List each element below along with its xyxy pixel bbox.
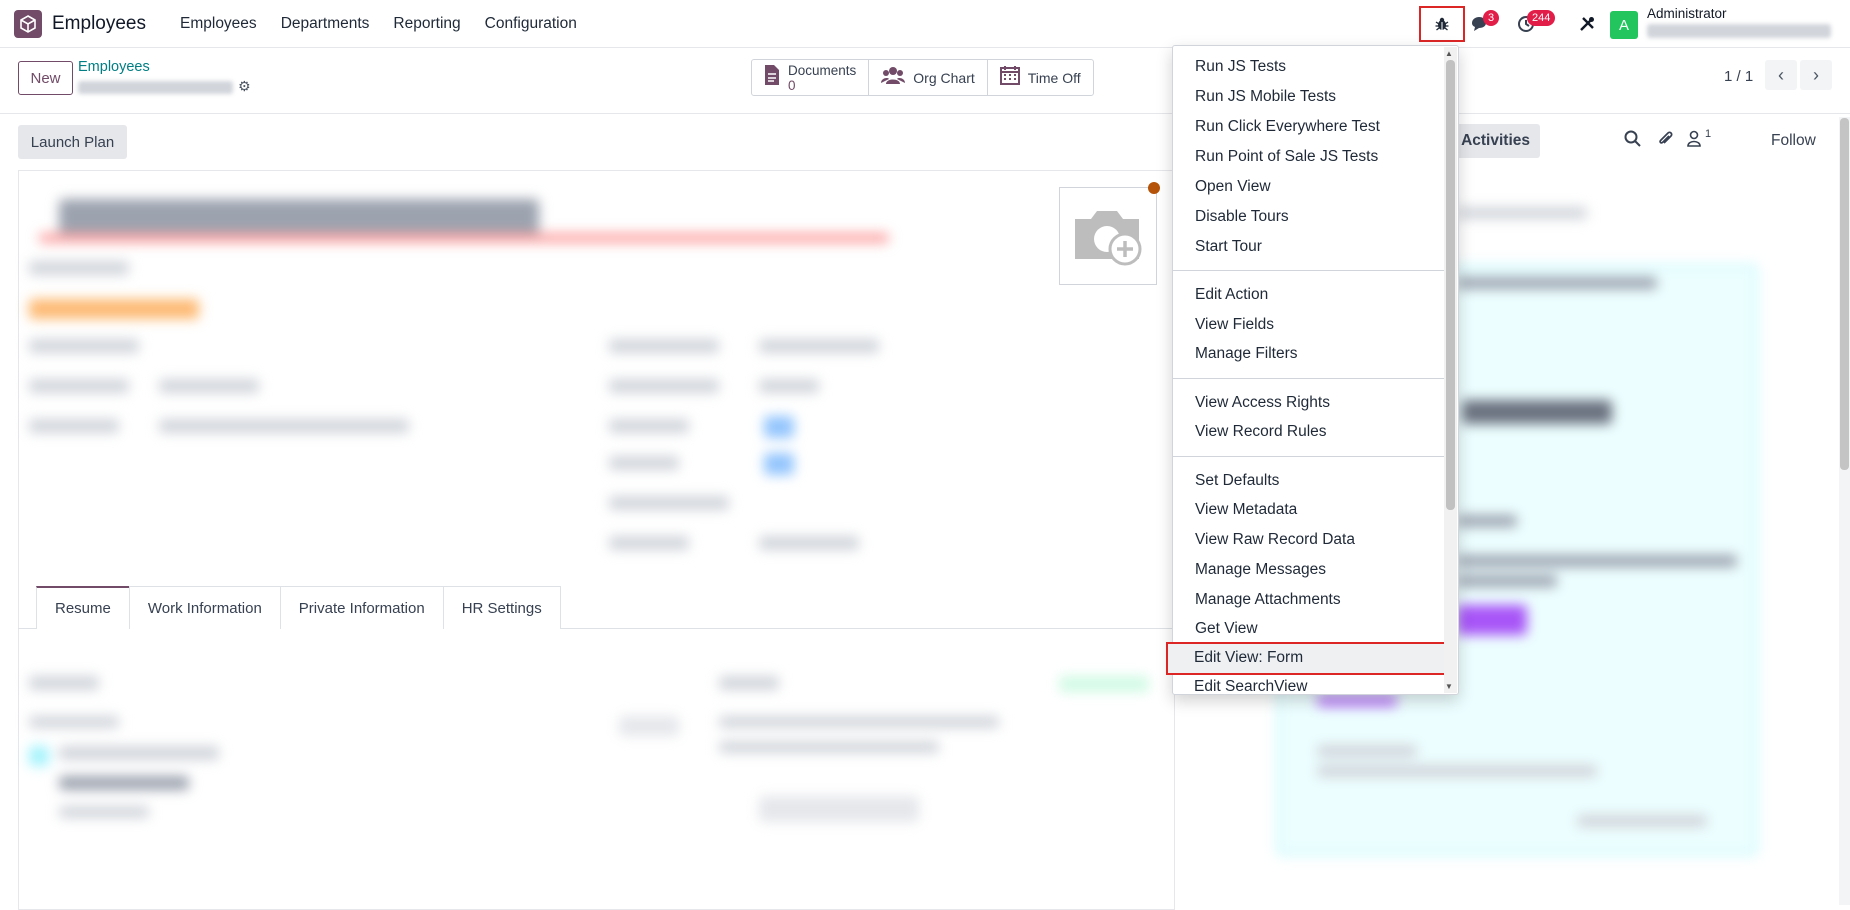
paperclip-icon[interactable] (1657, 130, 1674, 153)
menu-item-start-tour[interactable]: Start Tour (1195, 238, 1262, 256)
pager-next-button[interactable]: › (1800, 60, 1832, 90)
menu-separator (1173, 456, 1446, 457)
org-chart-label: Org Chart (913, 69, 975, 86)
dropdown-scrollbar-thumb[interactable] (1446, 60, 1455, 510)
top-navbar: Employees Employees Departments Reportin… (0, 0, 1850, 48)
menu-employees[interactable]: Employees (180, 15, 257, 33)
tab-private-information[interactable]: Private Information (279, 586, 444, 629)
page-scrollbar-thumb[interactable] (1840, 118, 1849, 470)
followers-icon[interactable] (1687, 130, 1701, 152)
app-name[interactable]: Employees (52, 13, 146, 35)
smart-buttons: Documents 0 Org Chart Time Off (751, 59, 1094, 96)
menu-item-open-view[interactable]: Open View (1195, 178, 1271, 196)
menu-item-set-defaults[interactable]: Set Defaults (1195, 472, 1279, 490)
main-menu: Employees Departments Reporting Configur… (168, 15, 589, 33)
debug-button[interactable] (1419, 6, 1465, 42)
scroll-down-icon[interactable]: ▼ (1445, 682, 1453, 691)
follow-button[interactable]: Follow (1771, 132, 1816, 150)
employee-photo-placeholder[interactable] (1059, 187, 1157, 285)
menu-item-disable-tours[interactable]: Disable Tours (1195, 208, 1289, 226)
scroll-up-icon[interactable]: ▲ (1445, 49, 1453, 58)
form-sheet (18, 170, 1175, 910)
menu-reporting[interactable]: Reporting (393, 15, 460, 33)
app-logo-icon[interactable] (14, 9, 42, 38)
database-name-blurred (1647, 24, 1831, 38)
documents-button[interactable]: Documents 0 (752, 60, 870, 95)
presence-status-dot (1148, 182, 1160, 194)
search-icon[interactable] (1624, 130, 1641, 152)
pager-previous-button[interactable]: ‹ (1765, 60, 1797, 90)
menu-item-run-pos-js-tests[interactable]: Run Point of Sale JS Tests (1195, 148, 1378, 166)
pager-value[interactable]: 1 / 1 (1724, 68, 1753, 85)
menu-item-view-record-rules[interactable]: View Record Rules (1195, 423, 1327, 441)
messages-badge: 3 (1483, 10, 1500, 26)
menu-item-view-access-rights[interactable]: View Access Rights (1195, 394, 1330, 412)
menu-separator (1173, 270, 1446, 271)
activities-badge: 244 (1527, 10, 1556, 26)
menu-item-edit-action[interactable]: Edit Action (1195, 286, 1268, 304)
time-off-label: Time Off (1027, 69, 1081, 86)
menu-item-manage-filters[interactable]: Manage Filters (1195, 345, 1298, 363)
tab-hr-settings[interactable]: HR Settings (442, 586, 561, 629)
breadcrumb-employees[interactable]: Employees (78, 59, 150, 75)
activities-button[interactable]: Activities (1446, 124, 1540, 158)
tab-resume[interactable]: Resume (36, 586, 130, 629)
org-chart-button[interactable]: Org Chart (869, 60, 988, 95)
tools-icon[interactable] (1574, 12, 1600, 36)
user-avatar[interactable]: A (1610, 11, 1638, 39)
form-tabs: Resume Work Information Private Informat… (36, 586, 561, 629)
control-panel: New Employees ⚙ Documents 0 Org Chart Ti… (0, 48, 1850, 114)
calendar-icon (999, 65, 1020, 91)
menu-item-run-click-everywhere[interactable]: Run Click Everywhere Test (1195, 118, 1380, 136)
debug-dropdown-menu: Run JS Tests Run JS Mobile Tests Run Cli… (1172, 45, 1459, 695)
launch-plan-button[interactable]: Launch Plan (18, 125, 127, 159)
users-icon (881, 65, 906, 91)
menu-item-edit-view-form[interactable]: Edit View: Form (1194, 649, 1303, 667)
menu-item-edit-searchview[interactable]: Edit SearchView (1194, 678, 1307, 696)
followers-count: 1 (1705, 128, 1712, 140)
user-name[interactable]: Administrator (1647, 6, 1727, 21)
time-off-button[interactable]: Time Off (988, 60, 1093, 95)
menu-configuration[interactable]: Configuration (485, 15, 577, 33)
new-button[interactable]: New (18, 61, 73, 95)
gear-icon[interactable]: ⚙ (238, 78, 251, 95)
menu-item-view-raw-record-data[interactable]: View Raw Record Data (1195, 531, 1355, 549)
menu-departments[interactable]: Departments (281, 15, 370, 33)
breadcrumb-record-blurred (78, 81, 233, 94)
menu-item-manage-attachments[interactable]: Manage Attachments (1195, 591, 1341, 609)
menu-item-get-view[interactable]: Get View (1195, 620, 1258, 638)
menu-item-view-metadata[interactable]: View Metadata (1195, 501, 1297, 519)
menu-item-manage-messages[interactable]: Manage Messages (1195, 561, 1326, 579)
tab-work-information[interactable]: Work Information (128, 586, 281, 629)
camera-plus-icon (1075, 211, 1142, 266)
menu-item-run-js-mobile-tests[interactable]: Run JS Mobile Tests (1195, 88, 1336, 106)
menu-item-run-js-tests[interactable]: Run JS Tests (1195, 58, 1286, 76)
bug-icon (1435, 17, 1449, 31)
menu-separator (1173, 378, 1446, 379)
documents-label: Documents (788, 62, 857, 78)
document-icon (764, 64, 780, 92)
documents-count: 0 (788, 77, 796, 93)
menu-item-view-fields[interactable]: View Fields (1195, 316, 1274, 334)
